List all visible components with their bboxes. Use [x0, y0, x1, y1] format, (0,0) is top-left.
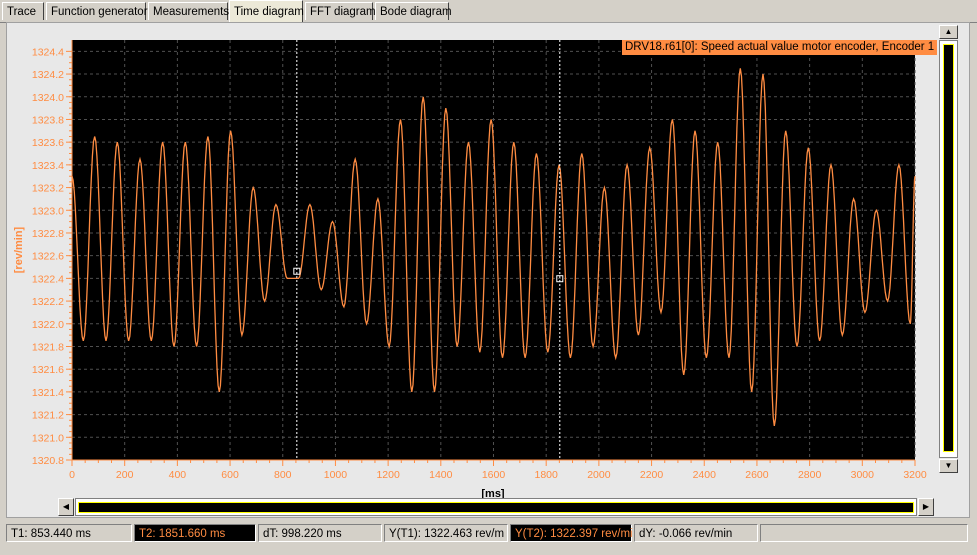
y-tick-label: 1322.2 [32, 296, 64, 308]
vertical-scroll-thumb[interactable] [943, 44, 954, 452]
x-tick-label: 1800 [535, 469, 559, 481]
x-tick-label: 0 [69, 469, 75, 481]
y-tick-label: 1320.8 [32, 455, 64, 467]
x-axis: 0 200 400 600 800 1000 1200 1400 1600 1800 2000 220… [69, 459, 927, 481]
x-tick-label: 800 [274, 469, 292, 481]
vertical-scroll-track[interactable] [939, 40, 958, 458]
horizontal-scrollbar[interactable]: ◀ ▶ [58, 498, 934, 518]
status-y-t2: Y(T2): 1322.397 rev/mi [510, 524, 633, 542]
x-tick-label: 2600 [745, 469, 769, 481]
scroll-down-button[interactable]: ▼ [939, 459, 958, 473]
time-diagram-chart[interactable]: 1320.8 1321.0 1321.2 1321.4 1321.6 1321.8 1322… [0, 0, 977, 500]
x-tick-label: 3200 [903, 469, 927, 481]
x-tick-label: 1200 [376, 469, 400, 481]
y-tick-label: 1322.0 [32, 319, 64, 331]
y-tick-label: 1323.8 [32, 114, 64, 126]
scroll-left-button[interactable]: ◀ [58, 498, 74, 516]
x-tick-label: 2400 [693, 469, 717, 481]
x-tick-label: 2000 [587, 469, 611, 481]
status-dy: dY: -0.066 rev/min [634, 524, 758, 542]
scroll-right-button[interactable]: ▶ [918, 498, 934, 516]
y-tick-label: 1322.8 [32, 228, 64, 240]
y-tick-label: 1321.6 [32, 364, 64, 376]
x-tick-label: 1000 [324, 469, 348, 481]
y-tick-label: 1321.4 [32, 387, 64, 399]
status-y-t1: Y(T1): 1322.463 rev/m [384, 524, 508, 542]
scroll-up-button[interactable]: ▲ [939, 25, 958, 39]
x-tick-label: 2800 [798, 469, 822, 481]
y-tick-label: 1322.6 [32, 251, 64, 263]
horizontal-scroll-track[interactable] [75, 498, 917, 516]
status-bar: T1: 853.440 ms T2: 1851.660 ms dT: 998.2… [0, 522, 977, 544]
y-axis-label: [rev/min] [13, 226, 25, 273]
y-tick-label: 1321.8 [32, 341, 64, 353]
horizontal-scroll-thumb[interactable] [78, 502, 914, 513]
y-tick-label: 1324.2 [32, 69, 64, 81]
y-axis: 1320.8 1321.0 1321.2 1321.4 1321.6 1321.8 1322… [32, 40, 73, 467]
x-tick-label: 400 [169, 469, 187, 481]
x-tick-label: 600 [221, 469, 239, 481]
y-tick-label: 1323.0 [32, 205, 64, 217]
status-empty [760, 524, 968, 542]
y-tick-label: 1323.6 [32, 137, 64, 149]
y-tick-label: 1323.4 [32, 160, 64, 172]
x-tick-label: 1400 [429, 469, 453, 481]
tab-time-diagram[interactable]: Time diagram [229, 0, 304, 22]
x-tick-label: 1600 [482, 469, 506, 481]
x-tick-label: 3000 [851, 469, 875, 481]
y-tick-label: 1324.4 [32, 46, 64, 58]
status-t1: T1: 853.440 ms [6, 524, 132, 542]
y-tick-label: 1324.0 [32, 92, 64, 104]
series-legend: DRV18.r61[0]: Speed actual value motor e… [622, 40, 938, 55]
status-t2: T2: 1851.660 ms [134, 524, 256, 542]
y-tick-label: 1321.2 [32, 410, 64, 422]
x-tick-label: 2200 [640, 469, 664, 481]
y-tick-label: 1322.4 [32, 273, 64, 285]
y-tick-label: 1323.2 [32, 183, 64, 195]
y-tick-label: 1321.0 [32, 432, 64, 444]
x-tick-label: 200 [116, 469, 134, 481]
status-dt: dT: 998.220 ms [258, 524, 382, 542]
vertical-scrollbar[interactable]: ▲ ▼ [939, 25, 959, 473]
